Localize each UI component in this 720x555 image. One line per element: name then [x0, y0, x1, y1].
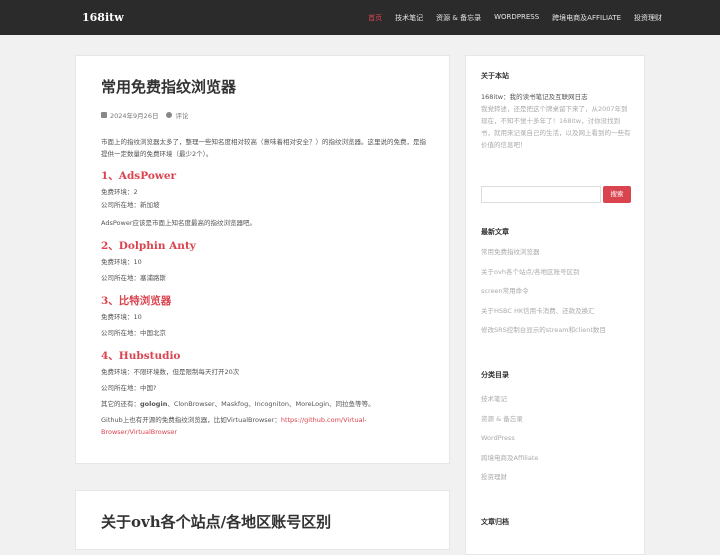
post-date[interactable]: 2024年9月26日 — [110, 110, 158, 120]
others-prefix: 其它的还有： — [101, 400, 140, 408]
category-link[interactable]: WordPress — [481, 429, 636, 449]
search-input[interactable] — [481, 186, 601, 203]
category-link[interactable]: 跨境电商及Affiliate — [481, 449, 636, 469]
nav-item-wordpress[interactable]: WORDPRESS — [494, 13, 539, 23]
section-heading: 3、比特浏览器 — [101, 295, 172, 307]
category-link[interactable]: 资源 & 备忘录 — [481, 410, 636, 430]
section-location: 公司所在地：塞浦路斯 — [101, 274, 166, 282]
about-title: 关于本站 — [481, 72, 509, 80]
post-meta: 2024年9月26日 评论 — [101, 110, 188, 120]
section-heading: 2、Dolphin Anty — [101, 240, 196, 252]
github-line: Github上也有开源的免费指纹浏览器，比如VirtualBrowser：htt… — [101, 414, 431, 438]
category-link[interactable]: 技术笔记 — [481, 390, 636, 410]
section-location: 公司所在地：新加坡 — [101, 201, 160, 209]
others-line: 其它的还有：gologin、ClonBrowser、Maskfog、Incogn… — [101, 398, 431, 411]
search-button[interactable]: 搜索 — [603, 186, 631, 203]
recent-post-link[interactable]: screen常用命令 — [481, 282, 636, 302]
others-bold: gologin — [140, 400, 168, 408]
others-rest: 、ClonBrowser、Maskfog、Incogniton、MoreLogi… — [167, 400, 375, 408]
recent-post-link[interactable]: 关于ovh各个站点/各地区账号区别 — [481, 263, 636, 283]
post-card: 关于ovh各个站点/各地区账号区别 — [75, 490, 450, 550]
nav-item-investing[interactable]: 投资理财 — [634, 13, 662, 23]
section-env: 免费环境：2 — [101, 188, 138, 196]
post-title[interactable]: 关于ovh各个站点/各地区账号区别 — [101, 511, 331, 532]
section-note: AdsPower应该是市面上知名度最高的指纹浏览器吧。 — [101, 219, 256, 227]
sidebar: 关于本站 168itw：我的读书笔记及互联网日志 我党转述，还是把这个牌桌留下来… — [465, 55, 645, 555]
recent-posts-list: 常用免费指纹浏览器 关于ovh各个站点/各地区账号区别 screen常用命令 关… — [481, 243, 636, 341]
section-location: 公司所在地：中国北京 — [101, 329, 166, 337]
section-env: 免费环境：10 — [101, 258, 142, 266]
about-strong: 168itw：我的读书笔记及互联网日志 — [481, 93, 588, 101]
categories-list: 技术笔记 资源 & 备忘录 WordPress 跨境电商及Affiliate 投… — [481, 390, 636, 488]
nav-item-home[interactable]: 首页 — [368, 13, 382, 23]
nav-item-tech-notes[interactable]: 技术笔记 — [395, 13, 423, 23]
nav-item-ecommerce[interactable]: 跨境电商及AFFILIATE — [552, 13, 621, 23]
section-location: 公司所在地：中国? — [101, 384, 157, 392]
top-navbar: 168itw 首页 技术笔记 资源 & 备忘录 WORDPRESS 跨境电商及A… — [0, 0, 720, 35]
about-text: 168itw：我的读书笔记及互联网日志 我党转述，还是把这个牌桌留下来了，从20… — [481, 91, 633, 151]
section-heading: 1、AdsPower — [101, 170, 177, 182]
nav-item-resources[interactable]: 资源 & 备忘录 — [436, 13, 481, 23]
category-link[interactable]: 投资理财 — [481, 468, 636, 488]
categories-title: 分类目录 — [481, 371, 509, 379]
post-intro: 市面上的指纹浏览器太多了，整理一些知名度相对较高（意味着相对安全？）的指纹浏览器… — [101, 138, 426, 158]
recent-post-link[interactable]: 修改SRS控制台显示的stream和client数目 — [481, 321, 636, 341]
post-card: 常用免费指纹浏览器 2024年9月26日 评论 市面上的指纹浏览器太多了，整理一… — [75, 55, 450, 464]
section-heading: 4、Hubstudio — [101, 350, 181, 362]
recent-post-link[interactable]: 关于HSBC HK信用卡消费、还款及换汇 — [481, 302, 636, 322]
site-brand[interactable]: 168itw — [82, 11, 124, 24]
recent-post-link[interactable]: 常用免费指纹浏览器 — [481, 243, 636, 263]
calendar-icon — [101, 112, 107, 118]
github-text: Github上也有开源的免费指纹浏览器，比如VirtualBrowser： — [101, 416, 281, 424]
post-title[interactable]: 常用免费指纹浏览器 — [101, 76, 236, 97]
section-env: 免费环境：不限环境数，但是限制每天打开20次 — [101, 368, 240, 376]
about-body: 我党转述，还是把这个牌桌留下来了，从2007年到现在，不知不觉十多年了！168i… — [481, 105, 631, 149]
section-env: 免费环境：10 — [101, 313, 142, 321]
main-nav: 首页 技术笔记 资源 & 备忘录 WORDPRESS 跨境电商及AFFILIAT… — [368, 13, 662, 23]
post-body: 市面上的指纹浏览器太多了，整理一些知名度相对较高（意味着相对安全？）的指纹浏览器… — [101, 136, 431, 438]
post-comment-link[interactable]: 评论 — [175, 110, 188, 120]
comment-icon — [166, 112, 173, 118]
archives-title: 文章归档 — [481, 518, 509, 526]
recent-posts-title: 最新文章 — [481, 228, 509, 236]
